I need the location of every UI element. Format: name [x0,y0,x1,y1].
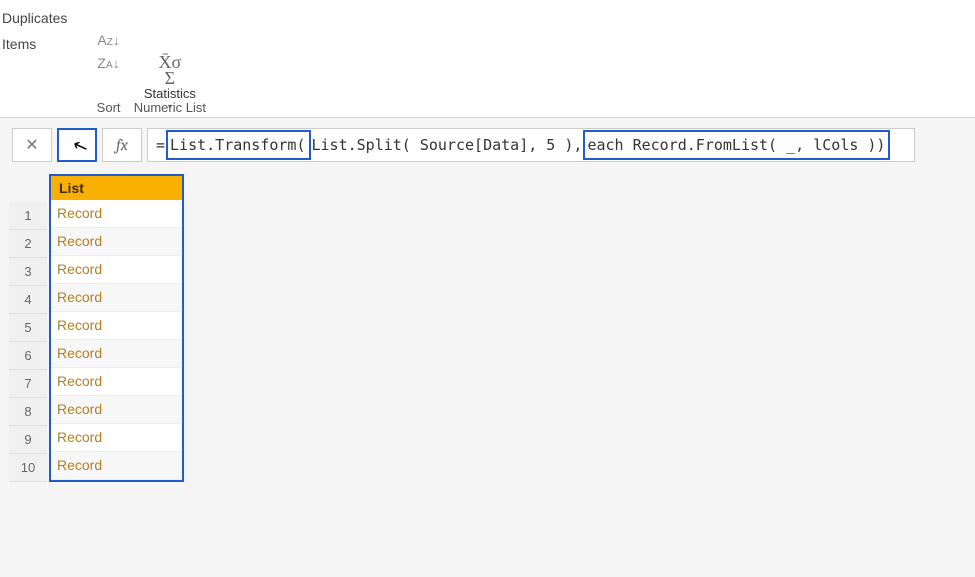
list-cell-record[interactable]: Record [51,200,182,228]
list-row[interactable]: Record [51,396,182,424]
list-row[interactable]: Record [51,228,182,256]
formula-bar: ✕ ↖ fx = List.Transform( List.Split( Sou… [0,118,975,170]
list-row[interactable]: Record [51,340,182,368]
formula-equals: = [156,136,165,154]
row-index-column: 12345678910 [9,202,47,482]
formula-segment-transform: List.Transform( [166,130,310,160]
row-index[interactable]: 3 [9,258,47,286]
list-row[interactable]: Record [51,368,182,396]
list-row[interactable]: Record [51,424,182,452]
list-cell-record[interactable]: Record [51,340,182,368]
list-cell-record[interactable]: Record [51,228,182,256]
formula-segment-mid: List.Split( Source[Data], 5 ), [312,136,583,154]
formula-input[interactable]: = List.Transform( List.Split( Source[Dat… [147,128,915,162]
group-label-numericlist: Numeric List [134,100,206,115]
row-index[interactable]: 10 [9,454,47,482]
formula-segment-each: each Record.FromList( _, lCols )) [583,130,890,160]
fx-icon: fx [116,136,128,154]
result-area: 12345678910 List RecordRecordRecordRecor… [0,170,975,482]
list-row[interactable]: Record [51,284,182,312]
fx-button[interactable]: fx [102,128,142,162]
row-index[interactable]: 9 [9,426,47,454]
list-cell-record[interactable]: Record [51,312,182,340]
list-cell-record[interactable]: Record [51,452,182,480]
row-index[interactable]: 5 [9,314,47,342]
cancel-formula-button[interactable]: ✕ [12,128,52,162]
ribbon-group-sort: AZ↓ ZA↓ Sort [85,5,131,115]
row-index[interactable]: 1 [9,202,47,230]
result-list-table: List RecordRecordRecordRecordRecordRecor… [49,174,184,482]
list-header[interactable]: List [51,176,182,200]
confirm-formula-button[interactable]: ↖ [57,128,97,162]
ribbon-group-numericlist: X̄σ Σ Statistics ▾ Numeric List [132,5,208,115]
cursor-icon: ↖ [70,134,91,159]
list-cell-record[interactable]: Record [51,424,182,452]
list-cell-record[interactable]: Record [51,368,182,396]
list-cell-record[interactable]: Record [51,396,182,424]
list-row[interactable]: Record [51,312,182,340]
ribbon-item-items[interactable]: Items [2,36,67,52]
row-index[interactable]: 2 [9,230,47,258]
list-row[interactable]: Record [51,256,182,284]
list-row[interactable]: Record [51,452,182,480]
row-index[interactable]: 7 [9,370,47,398]
row-index[interactable]: 4 [9,286,47,314]
sort-desc-icon[interactable]: ZA↓ [97,56,119,71]
list-body: RecordRecordRecordRecordRecordRecordReco… [51,200,182,480]
list-row[interactable]: Record [51,200,182,228]
ribbon: Duplicates Items AZ↓ ZA↓ Sort X̄σ Σ Stat… [0,0,975,118]
stats-label: Statistics [144,86,196,101]
close-icon: ✕ [25,135,38,155]
ribbon-left-items: Duplicates Items [0,5,67,62]
list-cell-record[interactable]: Record [51,256,182,284]
stats-glyph-bottom-icon: Σ [165,70,175,86]
group-label-sort: Sort [97,100,121,115]
ribbon-item-duplicates[interactable]: Duplicates [2,10,67,26]
row-index[interactable]: 8 [9,398,47,426]
row-index[interactable]: 6 [9,342,47,370]
sort-asc-icon[interactable]: AZ↓ [97,33,119,48]
list-cell-record[interactable]: Record [51,284,182,312]
